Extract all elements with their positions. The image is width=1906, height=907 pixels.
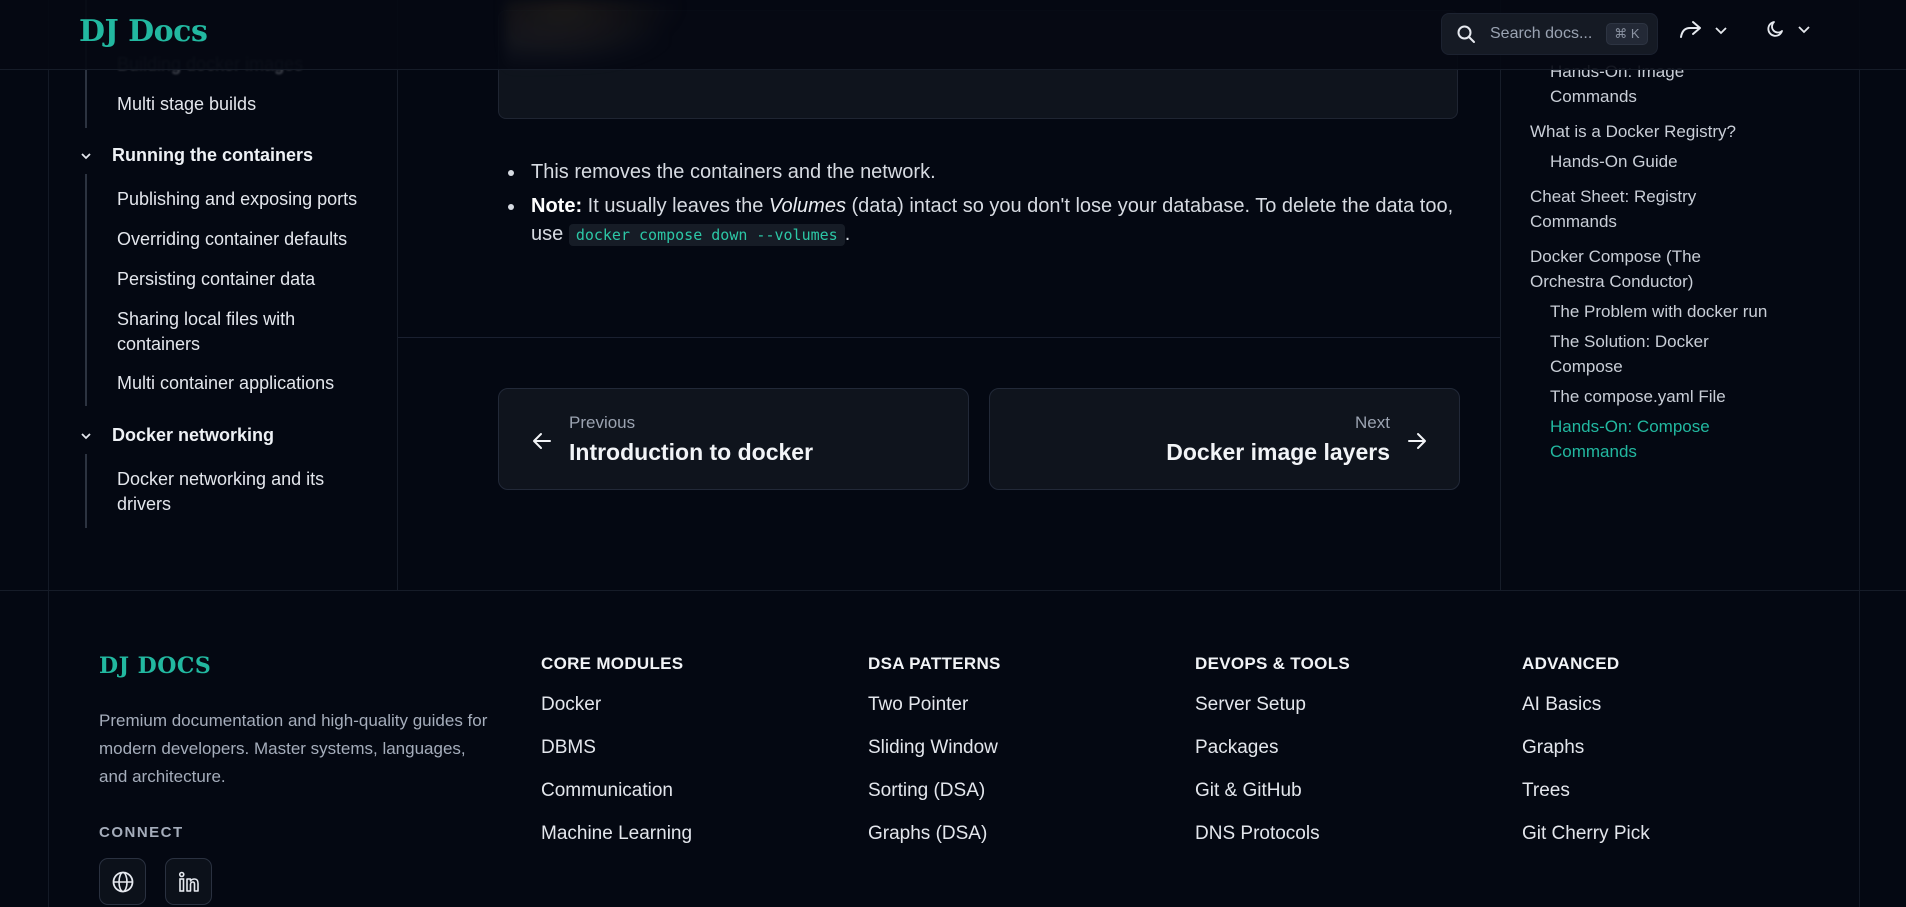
site-footer: DJ DOCS Premium documentation and high-q…	[0, 590, 1906, 907]
chevron-down-icon	[1715, 27, 1727, 35]
previous-page-link[interactable]: Previous Introduction to docker	[498, 388, 969, 490]
header-blur	[505, 0, 705, 70]
next-page-link[interactable]: Next Docker image layers	[989, 388, 1460, 490]
search-shortcut: ⌘ K	[1606, 23, 1648, 45]
chevron-down-icon[interactable]	[80, 430, 92, 442]
search-placeholder: Search docs...	[1490, 25, 1593, 42]
arrow-left-icon	[533, 433, 551, 449]
footer-column-devops: DEVOPS & TOOLS Server Setup Packages Git…	[1195, 654, 1350, 866]
sidebar-item-multi-stage[interactable]: Multi stage builds	[117, 92, 256, 117]
footer-column-heading: CORE MODULES	[541, 654, 684, 673]
bullet-list: This removes the containers and the netw…	[500, 158, 1470, 255]
main-content: This removes the containers and the netw…	[398, 0, 1500, 590]
previous-title: Introduction to docker	[569, 439, 814, 465]
top-header: DJ Docs Search docs... ⌘ K	[0, 0, 1906, 70]
moon-icon	[1767, 21, 1783, 37]
list-item: This removes the containers and the netw…	[500, 158, 1470, 186]
footer-link[interactable]: Server Setup	[1195, 694, 1350, 737]
next-label: Next	[1355, 413, 1390, 432]
sidebar-item-networking-drivers[interactable]: Docker networking and its drivers	[117, 467, 337, 517]
content-divider	[398, 337, 1500, 338]
inline-code: docker compose down --volumes	[568, 224, 845, 246]
table-of-contents: Hands-On: Image Commands What is a Docke…	[1500, 0, 1859, 590]
connect-heading: CONNECT	[99, 824, 184, 841]
next-title: Docker image layers	[1166, 439, 1390, 465]
previous-label: Previous	[569, 413, 636, 432]
docs-sidebar: Building docker images Multi stage build…	[48, 0, 398, 590]
footer-column-heading: DEVOPS & TOOLS	[1195, 654, 1351, 673]
linkedin-link[interactable]	[165, 858, 212, 905]
bullet-text: This removes the containers and the netw…	[531, 161, 936, 183]
sidebar-group-networking[interactable]: Docker networking	[112, 425, 274, 446]
sidebar-group-running[interactable]: Running the containers	[112, 145, 313, 166]
theme-menu-button[interactable]	[1765, 18, 1811, 40]
chevron-down-icon	[1798, 26, 1810, 34]
sidebar-item-overriding[interactable]: Overriding container defaults	[117, 227, 347, 252]
toc-item-registry-commands[interactable]: Cheat Sheet: Registry Commands	[1530, 184, 1720, 234]
footer-link[interactable]: Machine Learning	[541, 823, 692, 866]
nav-group-line	[85, 454, 87, 528]
emphasis-text: Volumes	[768, 195, 846, 217]
footer-link[interactable]: Two Pointer	[868, 694, 1001, 737]
toc-item-registry[interactable]: What is a Docker Registry?	[1530, 119, 1736, 144]
sidebar-item-persisting[interactable]: Persisting container data	[117, 267, 315, 292]
footer-link[interactable]: Docker	[541, 694, 692, 737]
toc-item-hands-on-guide[interactable]: Hands-On Guide	[1550, 149, 1678, 174]
site-logo[interactable]: DJ Docs	[79, 14, 208, 49]
footer-link[interactable]: Sliding Window	[868, 737, 1001, 780]
bullet-text: .	[844, 223, 851, 245]
footer-link[interactable]: Packages	[1195, 737, 1350, 780]
toc-item-solution-compose[interactable]: The Solution: Docker Compose	[1550, 329, 1740, 379]
footer-link[interactable]: Git & GitHub	[1195, 780, 1350, 823]
footer-column-advanced: ADVANCED AI Basics Graphs Trees Git Cher…	[1522, 654, 1650, 866]
arrow-right-icon	[1408, 433, 1426, 449]
footer-link[interactable]: AI Basics	[1522, 694, 1650, 737]
footer-link[interactable]: Trees	[1522, 780, 1650, 823]
note-label: Note:	[531, 195, 583, 217]
bullet-text: It usually leaves the	[582, 195, 769, 217]
share-menu-button[interactable]	[1678, 18, 1728, 42]
linkedin-icon	[178, 871, 199, 892]
sidebar-item-ports[interactable]: Publishing and exposing ports	[117, 187, 357, 212]
website-link[interactable]	[99, 858, 146, 905]
footer-column-heading: DSA PATTERNS	[868, 654, 1001, 673]
footer-column-dsa: DSA PATTERNS Two Pointer Sliding Window …	[868, 654, 1001, 866]
toc-item-docker-compose[interactable]: Docker Compose (The Orchestra Conductor)	[1530, 244, 1720, 294]
footer-link[interactable]: Git Cherry Pick	[1522, 823, 1650, 866]
footer-link[interactable]: Sorting (DSA)	[868, 780, 1001, 823]
globe-icon	[112, 871, 133, 892]
search-button[interactable]: Search docs... ⌘ K	[1441, 13, 1658, 55]
sidebar-item-multi-container[interactable]: Multi container applications	[117, 371, 334, 396]
search-icon	[1457, 25, 1475, 43]
share-icon	[1680, 21, 1701, 38]
footer-link[interactable]: Communication	[541, 780, 692, 823]
footer-link[interactable]: Graphs (DSA)	[868, 823, 1001, 866]
footer-column-heading: ADVANCED	[1522, 654, 1620, 673]
footer-link[interactable]: Graphs	[1522, 737, 1650, 780]
footer-logo[interactable]: DJ DOCS	[99, 653, 211, 679]
sidebar-item-sharing[interactable]: Sharing local files with containers	[117, 307, 337, 357]
list-item: Note: It usually leaves the Volumes (dat…	[500, 192, 1470, 249]
toc-item-compose-commands[interactable]: Hands-On: Compose Commands	[1550, 414, 1740, 464]
footer-description: Premium documentation and high-quality g…	[99, 711, 488, 786]
footer-link[interactable]: DBMS	[541, 737, 692, 780]
footer-column-core: CORE MODULES Docker DBMS Communication M…	[541, 654, 692, 866]
nav-group-line	[85, 174, 87, 406]
toc-item-problem-docker-run[interactable]: The Problem with docker run	[1550, 299, 1767, 324]
footer-link[interactable]: DNS Protocols	[1195, 823, 1350, 866]
toc-item-compose-yaml[interactable]: The compose.yaml File	[1550, 384, 1726, 409]
chevron-down-icon[interactable]	[80, 150, 92, 162]
